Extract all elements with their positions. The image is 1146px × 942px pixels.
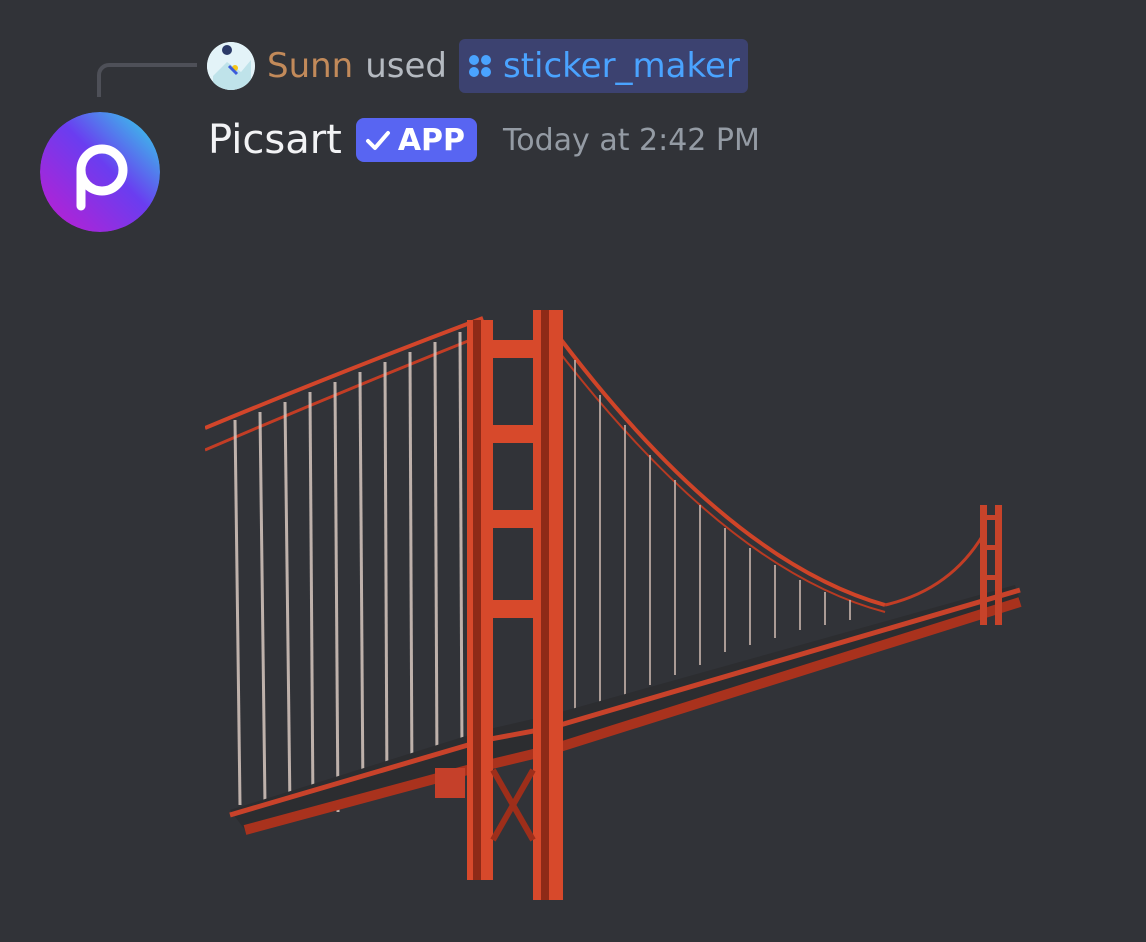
verified-check-icon <box>365 131 390 150</box>
reply-action-text: used <box>365 46 447 86</box>
command-mention[interactable]: sticker_maker <box>459 39 748 93</box>
picsart-logo-icon <box>40 112 160 232</box>
message-header: Picsart APP Today at 2:42 PM <box>208 112 760 168</box>
bot-avatar[interactable] <box>40 112 160 232</box>
badge-label: APP <box>397 122 466 158</box>
reply-username[interactable]: Sunn <box>267 46 353 86</box>
slash-command-icon <box>469 55 491 77</box>
message-timestamp[interactable]: Today at 2:42 PM <box>503 123 760 158</box>
app-badge: APP <box>355 118 478 162</box>
reply-context: Sunn used sticker_maker <box>207 39 748 93</box>
sticker-image[interactable] <box>205 300 1035 910</box>
reply-connector-line <box>97 63 197 97</box>
command-name: sticker_maker <box>503 46 740 86</box>
bot-username[interactable]: Picsart <box>208 117 342 163</box>
reply-user-avatar[interactable] <box>207 42 255 90</box>
